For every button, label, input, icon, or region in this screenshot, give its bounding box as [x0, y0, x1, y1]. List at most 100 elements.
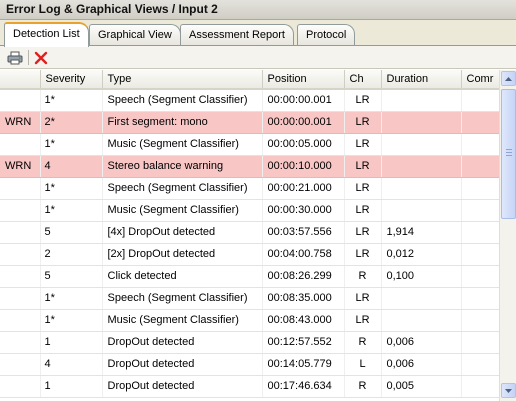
row-flag: WRN: [0, 155, 41, 178]
row-type: Speech (Segment Classifier): [102, 89, 263, 112]
column-header-position[interactable]: Position: [262, 70, 345, 90]
row-severity: 2: [40, 243, 103, 266]
row-duration: 0,006: [381, 331, 462, 354]
row-channel: LR: [344, 155, 382, 178]
row-duration: 1,914: [381, 221, 462, 244]
table-header-row: Severity Type Position Ch Duration Comr: [0, 70, 499, 90]
row-duration: [381, 199, 462, 222]
row-comment: [461, 199, 499, 222]
table-row[interactable]: 1* Music (Segment Classifier) 00:08:43.000…: [0, 309, 499, 332]
row-severity: 4: [40, 353, 103, 376]
row-flag: [0, 133, 41, 156]
table-row[interactable]: 1 DropOut detected 00:12:57.552 R 0,006: [0, 331, 499, 354]
tab-graphical-view[interactable]: Graphical View: [89, 24, 181, 46]
row-duration: [381, 111, 462, 134]
table-row[interactable]: 1* Speech (Segment Classifier) 00:00:00.00…: [0, 89, 499, 112]
scroll-up-button[interactable]: [501, 71, 516, 86]
row-channel: LR: [344, 221, 382, 244]
row-duration: 0,012: [381, 243, 462, 266]
table-row[interactable]: WRN 4 Stereo balance warning 00:00:10.000 LR: [0, 155, 499, 178]
row-duration: [381, 133, 462, 156]
print-button[interactable]: [5, 48, 25, 67]
row-duration: [381, 155, 462, 178]
table-row[interactable]: 1 DropOut detected 00:17:46.634 R 0,005: [0, 375, 499, 398]
row-type: Speech (Segment Classifier): [102, 177, 263, 200]
row-severity: 1*: [40, 177, 103, 200]
tab-strip: Detection List Graphical View Assessment…: [0, 20, 516, 47]
row-channel: LR: [344, 309, 382, 332]
tab-protocol[interactable]: Protocol: [297, 24, 356, 46]
row-flag: [0, 375, 41, 398]
table-row[interactable]: 5 Click detected 00:08:26.299 R 0,100: [0, 265, 499, 288]
row-position: 00:12:57.552: [262, 331, 345, 354]
row-comment: [461, 331, 499, 354]
row-severity: 1*: [40, 89, 103, 112]
row-position: 00:08:26.299: [262, 265, 345, 288]
table-row[interactable]: 4 DropOut detected 00:14:05.779 L 0,006: [0, 353, 499, 376]
row-flag: [0, 265, 41, 288]
row-position: 00:03:57.556: [262, 221, 345, 244]
row-comment: [461, 155, 499, 178]
row-flag: [0, 221, 41, 244]
column-header-ch[interactable]: Ch: [344, 70, 382, 90]
row-type: Speech (Segment Classifier): [102, 287, 263, 310]
row-comment: [461, 265, 499, 288]
row-type: Music (Segment Classifier): [102, 199, 263, 222]
column-header-flag[interactable]: [0, 70, 41, 90]
row-flag: [0, 309, 41, 332]
grip-line: [506, 149, 512, 150]
delete-button[interactable]: [31, 48, 51, 67]
row-comment: [461, 89, 499, 112]
row-type: [2x] DropOut detected: [102, 243, 263, 266]
scroll-down-button[interactable]: [501, 383, 516, 398]
row-type: Music (Segment Classifier): [102, 133, 263, 156]
grip-line: [506, 155, 512, 156]
row-severity: 1: [40, 375, 103, 398]
row-comment: [461, 111, 499, 134]
row-comment: [461, 353, 499, 376]
row-duration: [381, 177, 462, 200]
table-row[interactable]: 1* Speech (Segment Classifier) 00:00:21.00…: [0, 177, 499, 200]
row-position: 00:00:00.001: [262, 89, 345, 112]
column-header-duration[interactable]: Duration: [381, 70, 462, 90]
row-severity: 1*: [40, 133, 103, 156]
row-channel: LR: [344, 177, 382, 200]
row-duration: 0,005: [381, 375, 462, 398]
row-comment: [461, 309, 499, 332]
table-row[interactable]: 1* Music (Segment Classifier) 00:00:05.000…: [0, 133, 499, 156]
row-type: DropOut detected: [102, 375, 263, 398]
row-position: 00:08:35.000: [262, 287, 345, 310]
row-position: 00:04:00.758: [262, 243, 345, 266]
row-comment: [461, 133, 499, 156]
row-type: DropOut detected: [102, 331, 263, 354]
row-severity: 1*: [40, 287, 103, 310]
row-channel: LR: [344, 287, 382, 310]
row-severity: 5: [40, 221, 103, 244]
grip-line: [506, 152, 512, 153]
row-duration: [381, 309, 462, 332]
tab-detection-list[interactable]: Detection List: [4, 22, 89, 47]
row-duration: 0,100: [381, 265, 462, 288]
column-header-comment[interactable]: Comr: [461, 70, 499, 90]
column-header-severity[interactable]: Severity: [40, 70, 103, 90]
tab-assessment-report[interactable]: Assessment Report: [180, 24, 294, 46]
row-severity: 2*: [40, 111, 103, 134]
row-flag: [0, 89, 41, 112]
table-row[interactable]: 1* Music (Segment Classifier) 00:00:30.000…: [0, 199, 499, 222]
row-type: Click detected: [102, 265, 263, 288]
row-channel: R: [344, 375, 382, 398]
table-row[interactable]: 5 [4x] DropOut detected 00:03:57.556 LR 1,91…: [0, 221, 499, 244]
row-channel: LR: [344, 243, 382, 266]
row-duration: 0,006: [381, 353, 462, 376]
row-flag: [0, 287, 41, 310]
row-comment: [461, 375, 499, 398]
row-position: 00:00:30.000: [262, 199, 345, 222]
scroll-thumb[interactable]: [501, 89, 516, 219]
row-channel: LR: [344, 133, 382, 156]
table-row[interactable]: 1* Speech (Segment Classifier) 00:08:35.00…: [0, 287, 499, 310]
row-position: 00:00:00.001: [262, 111, 345, 134]
table-row[interactable]: WRN 2* First segment: mono 00:00:00.001 LR: [0, 111, 499, 134]
column-header-type[interactable]: Type: [102, 70, 263, 90]
table-row[interactable]: 2 [2x] DropOut detected 00:04:00.758 LR 0,01…: [0, 243, 499, 266]
vertical-scrollbar[interactable]: [499, 70, 516, 401]
